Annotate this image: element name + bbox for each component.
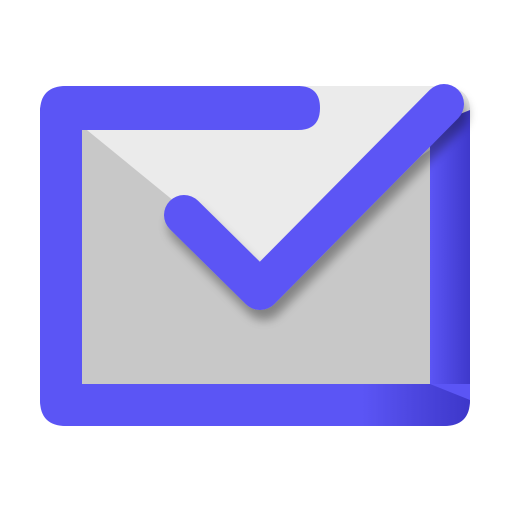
mail-check-icon <box>40 84 470 426</box>
app-icon <box>0 0 512 512</box>
envelope-frame-right-shade <box>430 108 470 384</box>
envelope-frame-bottom-shade <box>40 384 470 426</box>
